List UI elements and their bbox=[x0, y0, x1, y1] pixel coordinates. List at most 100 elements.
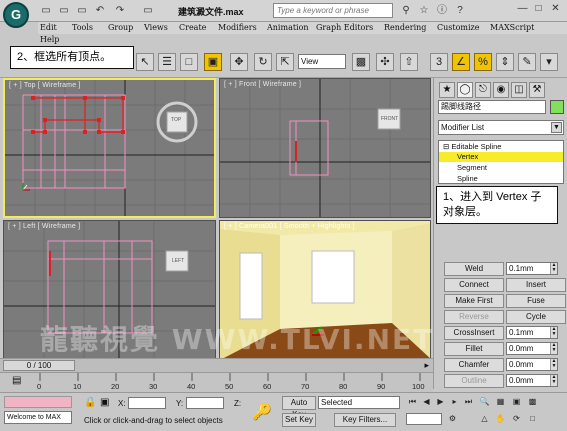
auto-key-button[interactable]: Auto Key bbox=[282, 396, 316, 419]
select-move-icon[interactable]: ✥ bbox=[230, 53, 248, 71]
viewcube-front-label[interactable]: FRONT bbox=[381, 116, 398, 122]
spinner-arrows-icon[interactable]: ▲ ▼ bbox=[550, 359, 557, 370]
close-button[interactable]: ✕ bbox=[549, 3, 562, 16]
rect-selection-icon[interactable]: □ bbox=[180, 53, 198, 71]
current-frame-field[interactable] bbox=[406, 413, 442, 425]
stack-item-editable-spline[interactable]: ⊟ Editable Spline bbox=[439, 142, 563, 152]
menu-tools[interactable]: Tools bbox=[72, 23, 93, 32]
modify-tab-icon[interactable]: ◯ bbox=[457, 82, 473, 98]
y-coord-field[interactable] bbox=[186, 397, 224, 409]
set-key-button[interactable]: Set Key bbox=[282, 413, 316, 427]
menu-customize[interactable]: Customize bbox=[437, 23, 480, 32]
key-icon[interactable]: 🔑 bbox=[252, 402, 272, 422]
menu-graph-editors[interactable]: Graph Editors bbox=[316, 23, 373, 32]
previous-frame-icon[interactable]: ◀ bbox=[420, 396, 433, 408]
time-slider-thumb[interactable]: 0 / 100 bbox=[3, 360, 75, 371]
zoom-all-icon[interactable]: ▦ bbox=[494, 396, 507, 408]
cross-insert-spinner[interactable]: 0.1mm ▲ ▼ bbox=[506, 326, 558, 339]
mini-curve-editor-icon[interactable]: ▤ bbox=[12, 375, 21, 386]
angle-snap-icon[interactable]: ∠ bbox=[452, 53, 470, 71]
undo-icon[interactable]: ↶ bbox=[92, 3, 108, 18]
chamfer-spinner[interactable]: 0.0mm ▲ ▼ bbox=[506, 358, 558, 371]
viewcube-left-label[interactable]: LEFT bbox=[172, 258, 184, 264]
fillet-spinner[interactable]: 0.0mm ▲ ▼ bbox=[506, 342, 558, 355]
keyboard-shortcut-icon[interactable]: ⇧ bbox=[400, 53, 418, 71]
x-coord-field[interactable] bbox=[128, 397, 166, 409]
viewport-top[interactable]: [ + ] Top [ Wireframe ] TOP bbox=[3, 78, 216, 218]
select-object-icon[interactable]: ↖ bbox=[136, 53, 154, 71]
weld-button[interactable]: Weld bbox=[444, 262, 504, 276]
menu-help[interactable]: Help bbox=[40, 35, 59, 44]
zoom-icon[interactable]: 🔍 bbox=[478, 396, 491, 408]
select-by-name-icon[interactable]: ☰ bbox=[158, 53, 176, 71]
star-icon[interactable]: ☆ bbox=[416, 3, 432, 18]
create-tab-icon[interactable]: ★ bbox=[439, 82, 455, 98]
binoculars-icon[interactable]: ⚲ bbox=[398, 3, 414, 18]
menu-views[interactable]: Views bbox=[144, 23, 168, 32]
orbit-icon[interactable]: ⟳ bbox=[510, 413, 523, 425]
pivot-center-icon[interactable]: ▩ bbox=[352, 53, 370, 71]
spinner-arrows-icon[interactable]: ▲ ▼ bbox=[550, 375, 557, 386]
reverse-button[interactable]: Reverse bbox=[444, 310, 504, 324]
menu-rendering[interactable]: Rendering bbox=[384, 23, 426, 32]
redo-icon[interactable]: ↷ bbox=[112, 3, 128, 18]
named-selection-icon[interactable]: ▾ bbox=[540, 53, 558, 71]
next-frame-icon[interactable]: ▸ bbox=[448, 396, 461, 408]
fillet-button[interactable]: Fillet bbox=[444, 342, 504, 356]
maxscript-mini-listener[interactable]: Welcome to MAX bbox=[4, 411, 72, 424]
window-crossing-icon[interactable]: ▣ bbox=[204, 53, 222, 71]
stack-item-spline[interactable]: Spline bbox=[439, 174, 563, 184]
zoom-extents-icon[interactable]: ▣ bbox=[510, 396, 523, 408]
open-file-icon[interactable]: ▭ bbox=[56, 3, 72, 18]
select-scale-icon[interactable]: ⇱ bbox=[276, 53, 294, 71]
search-input[interactable]: Type a keyword or phrase bbox=[273, 3, 393, 18]
help-icon[interactable]: ? bbox=[452, 3, 468, 18]
menu-modifiers[interactable]: Modifiers bbox=[218, 23, 257, 32]
time-slider-next-icon[interactable]: ▸ bbox=[424, 360, 429, 371]
reference-coord-select[interactable]: View bbox=[298, 54, 346, 69]
modifier-list-dropdown[interactable]: Modifier List ▼ bbox=[438, 120, 564, 135]
expand-minus-icon[interactable]: ⊟ bbox=[443, 142, 449, 151]
object-name-field[interactable]: 踢脚线路径 bbox=[438, 100, 546, 114]
manipulate-icon[interactable]: ✣ bbox=[376, 53, 394, 71]
time-slider[interactable]: 0 / 100 ▸ bbox=[0, 358, 433, 372]
pan-icon[interactable]: ✋ bbox=[494, 413, 507, 425]
selection-set-dropdown[interactable]: Selected bbox=[318, 396, 400, 409]
time-config-icon[interactable]: ⚙ bbox=[446, 413, 459, 425]
absolute-mode-icon[interactable]: ▣ bbox=[100, 397, 109, 408]
select-rotate-icon[interactable]: ↻ bbox=[254, 53, 272, 71]
make-first-button[interactable]: Make First bbox=[444, 294, 504, 308]
lock-icon[interactable]: 🔒 bbox=[84, 397, 96, 408]
stack-item-segment[interactable]: Segment bbox=[439, 163, 563, 173]
maximize-viewport-icon[interactable]: □ bbox=[526, 413, 539, 425]
spinner-arrows-icon[interactable]: ▲ ▼ bbox=[550, 343, 557, 354]
weld-threshold-spinner[interactable]: 0.1mm ▲ ▼ bbox=[506, 262, 558, 275]
connect-button[interactable]: Connect bbox=[444, 278, 504, 292]
viewcube-top-label[interactable]: TOP bbox=[171, 117, 181, 123]
go-to-end-icon[interactable]: ⏭ bbox=[462, 396, 475, 408]
viewport-front[interactable]: [ + ] Front [ Wireframe ] FRONT bbox=[219, 78, 431, 218]
stack-item-vertex[interactable]: Vertex bbox=[439, 152, 563, 162]
percent-snap-icon[interactable]: % bbox=[474, 53, 492, 71]
spinner-arrows-icon[interactable]: ▲ ▼ bbox=[550, 327, 557, 338]
maxscript-listener[interactable] bbox=[4, 396, 72, 408]
cross-insert-button[interactable]: CrossInsert bbox=[444, 326, 504, 340]
object-color-swatch[interactable] bbox=[550, 100, 564, 114]
utilities-tab-icon[interactable]: ⚒ bbox=[529, 82, 545, 98]
save-file-icon[interactable]: ▭ bbox=[74, 3, 90, 18]
key-filters-button[interactable]: Key Filters... bbox=[334, 413, 396, 427]
track-bar[interactable]: ▤ 0 10 20 30 40 50 60 70 80 90 100 bbox=[0, 372, 433, 392]
motion-tab-icon[interactable]: ◉ bbox=[493, 82, 509, 98]
menu-animation[interactable]: Animation bbox=[267, 23, 309, 32]
field-of-view-icon[interactable]: △ bbox=[478, 413, 491, 425]
chamfer-button[interactable]: Chamfer bbox=[444, 358, 504, 372]
play-icon[interactable]: ▶ bbox=[434, 396, 447, 408]
cycle-button[interactable]: Cycle bbox=[506, 310, 566, 324]
project-folder-icon[interactable]: ▭ bbox=[140, 3, 156, 18]
menu-maxscript[interactable]: MAXScript bbox=[490, 23, 534, 32]
menu-group[interactable]: Group bbox=[108, 23, 133, 32]
menu-edit[interactable]: Edit bbox=[40, 23, 57, 32]
outline-spinner[interactable]: 0.0mm ▲ ▼ bbox=[506, 374, 558, 387]
info-icon[interactable]: ⓘ bbox=[434, 3, 450, 18]
minimize-button[interactable]: — bbox=[516, 3, 529, 16]
